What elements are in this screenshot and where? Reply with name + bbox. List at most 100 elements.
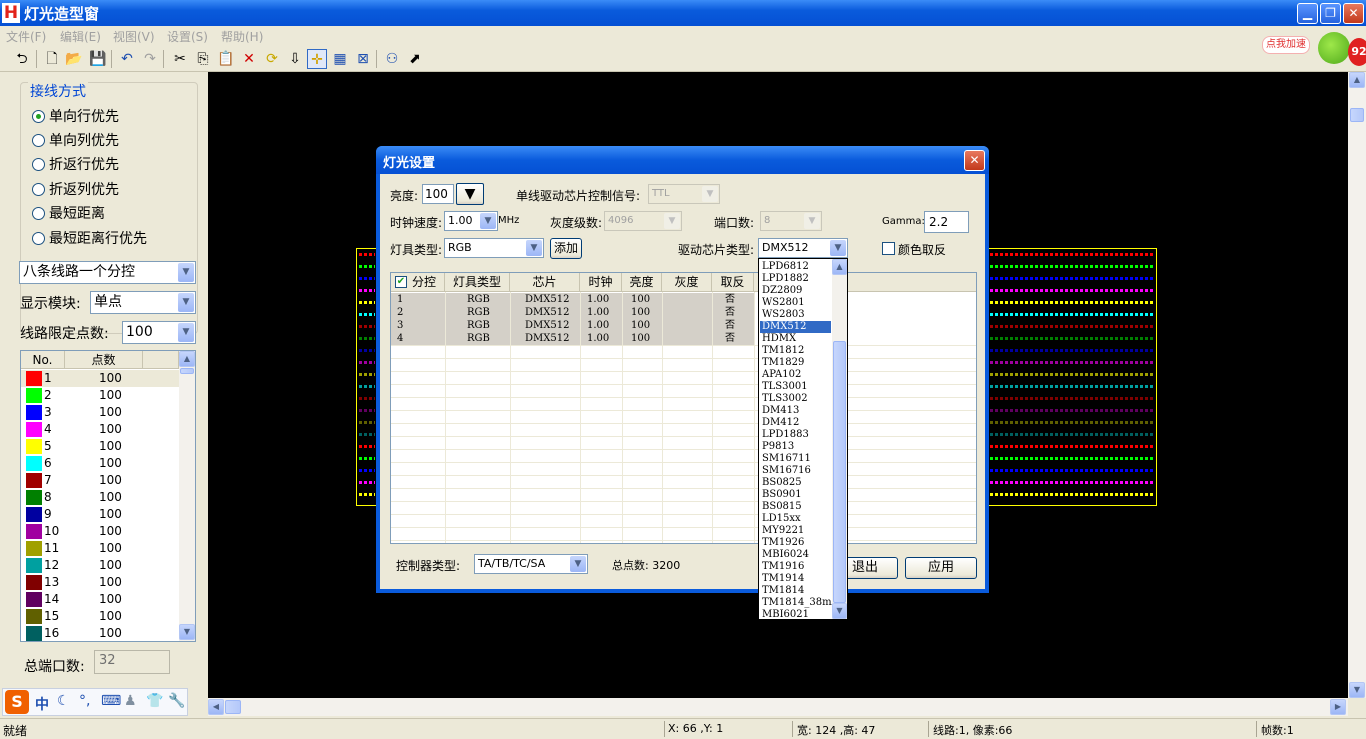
dropdown-option[interactable]: TLS3002 bbox=[760, 393, 831, 405]
dropdown-option[interactable]: LPD1882 bbox=[760, 273, 831, 285]
restore-button[interactable]: ❐ bbox=[1320, 3, 1341, 24]
scroll-thumb[interactable] bbox=[225, 700, 241, 714]
col-no[interactable]: No. bbox=[21, 351, 65, 369]
col-clock[interactable]: 时钟 bbox=[580, 273, 622, 292]
port-list-row[interactable]: 11 100 bbox=[21, 540, 179, 557]
port-list-row[interactable]: 14 100 bbox=[21, 591, 179, 608]
dropdown-option[interactable]: HDMX bbox=[760, 333, 831, 345]
moon-icon[interactable]: ☾ bbox=[57, 693, 70, 709]
keyboard-icon[interactable]: ⌨ bbox=[101, 693, 121, 709]
display-module-select[interactable]: 单点 ▼ bbox=[90, 291, 196, 314]
port-list-row[interactable]: 4 100 bbox=[21, 421, 179, 438]
chip-type-dropdown-list[interactable]: LPD6812 LPD1882 DZ2809 WS2801 WS2803 DMX512 HD… bbox=[758, 258, 848, 620]
port-mode-select[interactable]: 八条线路一个分控 ▼ bbox=[19, 261, 196, 284]
dropdown-option[interactable]: WS2803 bbox=[760, 309, 831, 321]
canvas-horizontal-scrollbar[interactable]: ◀ ▶ bbox=[208, 698, 1348, 716]
cut-icon[interactable]: ✂ bbox=[170, 49, 190, 69]
undo-icon[interactable]: ↶ bbox=[117, 49, 137, 69]
new-file-icon[interactable]: 🗋 bbox=[42, 49, 62, 69]
redo-icon[interactable]: ↷ bbox=[140, 49, 160, 69]
menu-help[interactable]: 帮助(H) bbox=[221, 28, 263, 45]
dropdown-option[interactable]: TM1814 bbox=[760, 585, 831, 597]
punctuation-icon[interactable]: °, bbox=[79, 693, 90, 709]
dropdown-option[interactable]: DMX512 bbox=[760, 321, 831, 333]
close-window-button[interactable]: ✕ bbox=[1343, 3, 1364, 24]
controller-type-select[interactable]: TA/TB/TC/SA ▼ bbox=[474, 554, 588, 574]
scroll-thumb[interactable] bbox=[1350, 108, 1364, 122]
dropdown-option[interactable]: DM413 bbox=[760, 405, 831, 417]
export-image-icon[interactable]: ⬈ bbox=[405, 49, 425, 69]
rotate-icon[interactable]: ⟳ bbox=[262, 49, 282, 69]
clock-select[interactable]: 1.00 ▼ bbox=[444, 211, 498, 231]
dropdown-scrollbar[interactable]: ▲ ▼ bbox=[832, 259, 847, 619]
col-lamp-type[interactable]: 灯具类型 bbox=[445, 273, 510, 292]
wrench-icon[interactable]: 🔧 bbox=[168, 693, 185, 709]
add-button[interactable]: 添加 bbox=[550, 238, 582, 259]
dropdown-option[interactable]: TLS3001 bbox=[760, 381, 831, 393]
binoculars-icon[interactable]: ⚇ bbox=[382, 49, 402, 69]
scroll-down-icon[interactable]: ▼ bbox=[1349, 682, 1365, 698]
dropdown-option[interactable]: DZ2809 bbox=[760, 285, 831, 297]
dropdown-option[interactable]: TM1916 bbox=[760, 561, 831, 573]
arrow-down-icon[interactable]: ⇩ bbox=[285, 49, 305, 69]
port-list-row[interactable]: 16 100 bbox=[21, 625, 179, 641]
radio-wiring-3[interactable]: 折返列优先 bbox=[32, 179, 119, 199]
scroll-right-icon[interactable]: ▶ bbox=[1330, 699, 1346, 715]
port-list-row[interactable]: 7 100 bbox=[21, 472, 179, 489]
col-points[interactable]: 点数 bbox=[65, 351, 143, 369]
scroll-up-icon[interactable]: ▲ bbox=[1349, 72, 1365, 88]
fit-box-icon[interactable]: ⊠ bbox=[353, 49, 373, 69]
ime-chinese-mode[interactable]: 中 bbox=[35, 694, 49, 714]
lamp-type-select[interactable]: RGB ▼ bbox=[444, 238, 544, 258]
chip-type-select[interactable]: DMX512 ▼ bbox=[758, 238, 848, 258]
radio-wiring-2[interactable]: 折返行优先 bbox=[32, 154, 119, 174]
dropdown-option[interactable]: BS0815 bbox=[760, 501, 831, 513]
dropdown-option[interactable]: MBI6021 bbox=[760, 609, 831, 619]
copy-icon[interactable]: ⎘ bbox=[193, 49, 213, 69]
open-folder-icon[interactable]: 📂 bbox=[64, 49, 84, 69]
port-list-row[interactable]: 12 100 bbox=[21, 557, 179, 574]
gamma-input[interactable]: 2.2 bbox=[924, 211, 969, 233]
scroll-thumb[interactable] bbox=[833, 341, 846, 603]
dropdown-option[interactable]: TM1829 bbox=[760, 357, 831, 369]
dropdown-option[interactable]: TM1926 bbox=[760, 537, 831, 549]
scroll-thumb[interactable] bbox=[180, 368, 194, 374]
controller-table[interactable]: ✔ 分控 灯具类型 芯片 时钟 亮度 灰度 取反 1 RGB DMX512 1.00 1… bbox=[390, 272, 977, 544]
dropdown-option[interactable]: LPD6812 bbox=[760, 261, 831, 273]
led-panel-right[interactable] bbox=[987, 248, 1157, 506]
scroll-down-icon[interactable]: ▼ bbox=[179, 624, 195, 640]
port-list-row[interactable]: 2 100 bbox=[21, 387, 179, 404]
canvas-vertical-scrollbar[interactable]: ▲ ▼ bbox=[1348, 72, 1366, 698]
dropdown-option[interactable]: SM16711 bbox=[760, 453, 831, 465]
dropdown-option[interactable]: BS0901 bbox=[760, 489, 831, 501]
port-list-row[interactable]: 10 100 bbox=[21, 523, 179, 540]
dropdown-option[interactable]: APA102 bbox=[760, 369, 831, 381]
led-panel-left[interactable] bbox=[356, 248, 378, 506]
port-list-row[interactable]: 1 100 bbox=[21, 370, 179, 387]
save-icon[interactable]: 💾 bbox=[88, 49, 108, 69]
port-list-row[interactable]: 13 100 bbox=[21, 574, 179, 591]
menu-settings[interactable]: 设置(S) bbox=[167, 28, 208, 45]
scroll-down-icon[interactable]: ▼ bbox=[832, 603, 847, 619]
dropdown-option[interactable]: TM1914 bbox=[760, 573, 831, 585]
brightness-dropdown-button[interactable]: ▼ bbox=[456, 183, 484, 205]
port-list-row[interactable]: 15 100 bbox=[21, 608, 179, 625]
dropdown-option[interactable]: MBI6024 bbox=[760, 549, 831, 561]
dropdown-option[interactable]: WS2801 bbox=[760, 297, 831, 309]
menu-file[interactable]: 文件(F) bbox=[6, 28, 46, 45]
dropdown-option[interactable]: SM16716 bbox=[760, 465, 831, 477]
brightness-input[interactable]: 100 bbox=[422, 184, 454, 204]
return-icon[interactable]: ⮌ bbox=[12, 49, 32, 69]
port-list-row[interactable]: 5 100 bbox=[21, 438, 179, 455]
col-chip[interactable]: 芯片 bbox=[510, 273, 580, 292]
dropdown-option[interactable]: P9813 bbox=[760, 441, 831, 453]
scroll-up-icon[interactable]: ▲ bbox=[179, 351, 195, 367]
radio-wiring-1[interactable]: 单向列优先 bbox=[32, 130, 119, 150]
port-list-row[interactable]: 8 100 bbox=[21, 489, 179, 506]
crosshair-icon[interactable]: ✛ bbox=[307, 49, 327, 69]
select-all-checkbox[interactable]: ✔ bbox=[395, 276, 407, 288]
skin-shirt-icon[interactable]: 👕 bbox=[146, 693, 163, 709]
minimize-button[interactable]: ▁ bbox=[1297, 3, 1318, 24]
radio-wiring-0[interactable]: 单向行优先 bbox=[32, 106, 119, 126]
dialog-close-button[interactable]: ✕ bbox=[964, 150, 985, 171]
